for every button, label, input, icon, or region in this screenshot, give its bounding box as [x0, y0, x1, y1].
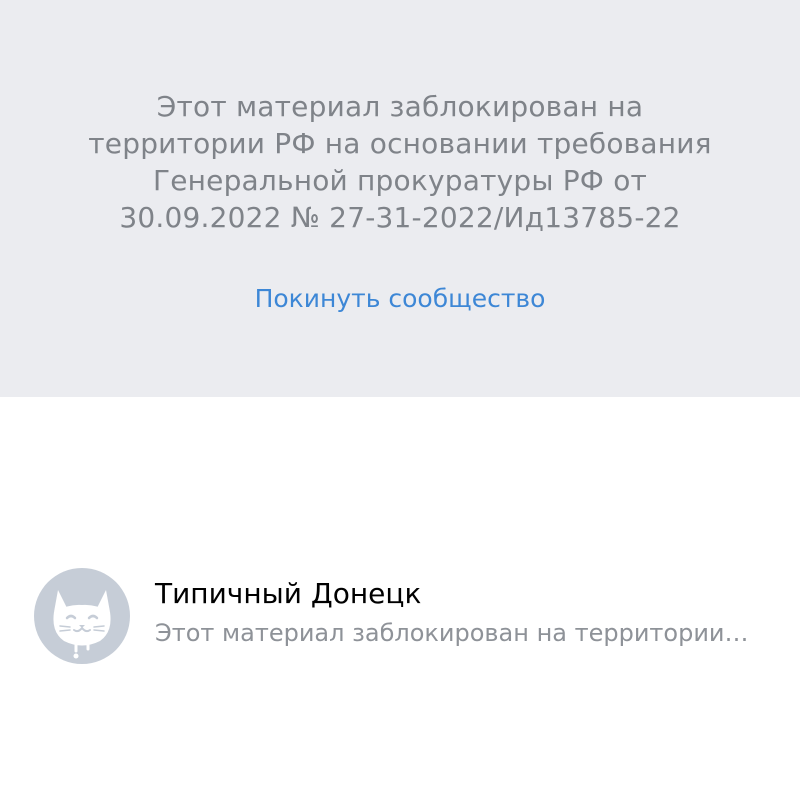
- blocked-notice-text: Этот материал заблокирован на территории…: [0, 88, 800, 236]
- blocked-notice-line: 30.09.2022 № 27-31-2022/Ид13785-22: [119, 201, 681, 234]
- chat-list-item[interactable]: Типичный Донецк Этот материал заблокиров…: [0, 560, 800, 664]
- screen: Этот материал заблокирован на территории…: [0, 0, 800, 800]
- chat-last-message-preview: Этот материал заблокирован на территории…: [155, 619, 749, 647]
- chat-title: Типичный Донецк: [155, 577, 422, 610]
- cat-face-icon: [53, 590, 111, 659]
- leave-community-link[interactable]: Покинуть сообщество: [0, 281, 800, 317]
- avatar[interactable]: [34, 568, 130, 664]
- blocked-notice-line: Генеральной прокуратуры РФ от: [152, 164, 648, 197]
- blocked-notice-line: Этот материал заблокирован на: [156, 90, 644, 123]
- blocked-notice-line: территории РФ на основании требования: [88, 127, 712, 160]
- blocked-content-panel: Этот материал заблокирован на территории…: [0, 0, 800, 397]
